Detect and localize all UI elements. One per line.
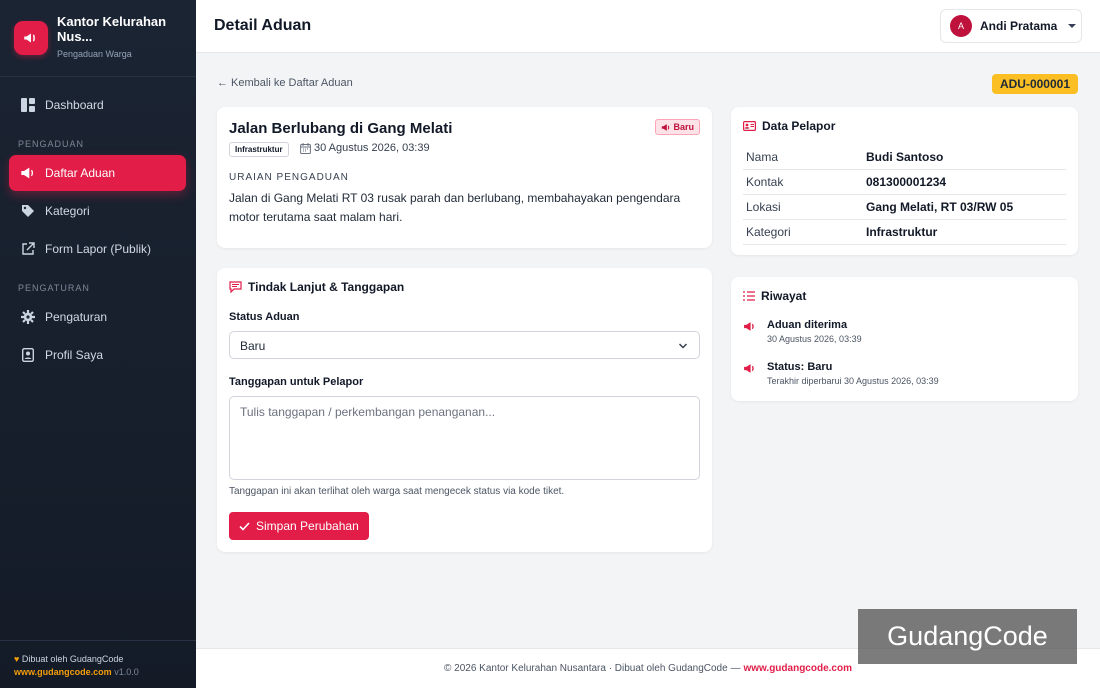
made-by-text: Dibuat oleh GudangCode [21,654,124,664]
history-sub: Terakhir diperbarui 30 Agustus 2026, 03:… [767,376,939,386]
id-card-icon [743,121,756,131]
history-sub: 30 Agustus 2026, 03:39 [767,334,862,344]
category-tag: Infrastruktur [229,142,289,157]
response-field-label: Tanggapan untuk Pelapor [229,376,364,388]
back-link[interactable]: ← Kembali ke Daftar Aduan [217,77,353,89]
avatar: A [950,15,972,37]
sidebar-item-kategori[interactable]: Kategori [9,193,186,229]
sidebar-item-label: Dashboard [45,98,104,112]
helper-text: Tanggapan ini akan terlihat oleh warga s… [229,486,565,497]
app-name: Kantor Kelurahan Nus... [57,14,167,44]
history-title: Aduan diterima [767,319,848,331]
follow-up-card: Tindak Lanjut & Tanggapan Status Aduan B… [217,268,712,552]
gear-icon [20,309,36,325]
sidebar-item-profil[interactable]: Profil Saya [9,337,186,373]
id-badge-icon [20,347,36,363]
response-textarea[interactable]: Tulis tanggapan / perkembangan penangana… [229,396,700,480]
user-name: Andi Pratama [980,19,1058,33]
list-item: Status: Baru Terakhir diperbarui 30 Agus… [743,361,939,386]
external-link-icon [20,241,36,257]
sidebar-item-daftar-aduan[interactable]: Daftar Aduan [9,155,186,191]
sidebar-item-form-lapor[interactable]: Form Lapor (Publik) [9,231,186,267]
status-select[interactable]: Baru [229,331,700,359]
check-icon [239,521,250,531]
complaint-title: Jalan Berlubang di Gang Melati [229,120,453,137]
sidebar-item-pengaturan[interactable]: Pengaturan [9,299,186,335]
chevron-down-icon [678,340,688,354]
history-heading-text: Riwayat [761,289,807,303]
table-row: Lokasi Gang Melati, RT 03/RW 05 [743,195,1066,220]
ticket-code-badge: ADU-000001 [991,74,1078,94]
save-button-label: Simpan Perubahan [256,519,359,533]
history-title: Status: Baru [767,361,833,373]
sidebar-footer-link[interactable]: www.gudangcode.com [14,667,112,677]
table-row: Kontak 081300001234 [743,170,1066,195]
calendar-icon [300,142,311,154]
row-key: Lokasi [746,200,781,214]
footer-link[interactable]: www.gudangcode.com [743,663,852,674]
row-value: 081300001234 [866,175,947,189]
status-badge-label: Baru [673,122,694,132]
follow-up-heading-text: Tindak Lanjut & Tanggapan [248,280,405,294]
follow-up-heading: Tindak Lanjut & Tanggapan [229,280,404,294]
row-value: Infrastruktur [866,225,938,239]
sidebar-item-label: Form Lapor (Publik) [45,242,152,256]
nav-section-pengaduan: PENGADUAN [18,139,85,149]
megaphone-icon [743,363,756,386]
sidebar-item-label: Pengaturan [45,310,108,324]
dashboard-icon [20,97,36,113]
sidebar-item-dashboard[interactable]: Dashboard [9,87,186,123]
complaint-date: 30 Agustus 2026, 03:39 [300,142,430,154]
complaint-description: Jalan di Gang Melati RT 03 rusak parah d… [229,191,681,224]
row-value: Budi Santoso [866,150,944,164]
version-text: v1.0.0 [114,667,139,677]
nav-section-pengaturan: PENGATURAN [18,283,90,293]
reporter-table: Nama Budi Santoso Kontak 081300001234 Lo… [743,145,1066,245]
status-badge: Baru [655,119,700,135]
list-icon [743,291,755,301]
save-button[interactable]: Simpan Perubahan [229,512,369,540]
sidebar-item-label: Kategori [45,204,90,218]
app-subtitle: Pengaduan Warga [57,49,132,59]
row-value: Gang Melati, RT 03/RW 05 [866,200,1014,214]
chat-icon [229,281,242,293]
page-title: Detail Aduan [214,17,312,34]
reporter-heading: Data Pelapor [743,119,835,133]
list-item: Aduan diterima 30 Agustus 2026, 03:39 [743,319,862,344]
user-menu-button[interactable]: A Andi Pratama [940,9,1082,43]
history-heading: Riwayat [743,289,806,303]
sidebar-item-label: Daftar Aduan [45,166,116,180]
reporter-heading-text: Data Pelapor [762,119,836,133]
history-card: Riwayat Aduan diterima 30 Agustus 2026, … [731,277,1078,401]
reporter-card: Data Pelapor Nama Budi Santoso Kontak 08… [731,107,1078,255]
megaphone-icon [14,21,48,55]
sidebar-item-label: Profil Saya [45,348,104,362]
row-key: Kontak [746,175,784,189]
watermark: GudangCode [858,609,1077,664]
caret-down-icon [1068,24,1077,28]
table-row: Nama Budi Santoso [743,145,1066,170]
status-select-value: Baru [240,339,266,353]
complaint-date-text: 30 Agustus 2026, 03:39 [314,142,430,154]
topbar: Detail Aduan A Andi Pratama [196,0,1100,53]
sidebar-footer: ♥ Dibuat oleh GudangCode www.gudangcode.… [0,640,196,688]
status-field-label: Status Aduan [229,311,300,323]
brand[interactable]: Kantor Kelurahan Nus... Pengaduan Warga [0,0,196,77]
megaphone-icon [20,165,36,181]
heart-icon: ♥ [14,654,20,664]
tag-icon [20,203,36,219]
row-key: Kategori [746,225,791,239]
megaphone-icon [743,321,756,344]
megaphone-icon [661,123,671,132]
footer-text: © 2026 Kantor Kelurahan Nusantara · Dibu… [444,663,741,674]
description-section-label: URAIAN PENGADUAN [229,172,349,183]
row-key: Nama [746,150,779,164]
table-row: Kategori Infrastruktur [743,220,1066,245]
sidebar: Kantor Kelurahan Nus... Pengaduan Warga … [0,0,196,688]
complaint-detail-card: Jalan Berlubang di Gang Melati Baru Infr… [217,107,712,248]
